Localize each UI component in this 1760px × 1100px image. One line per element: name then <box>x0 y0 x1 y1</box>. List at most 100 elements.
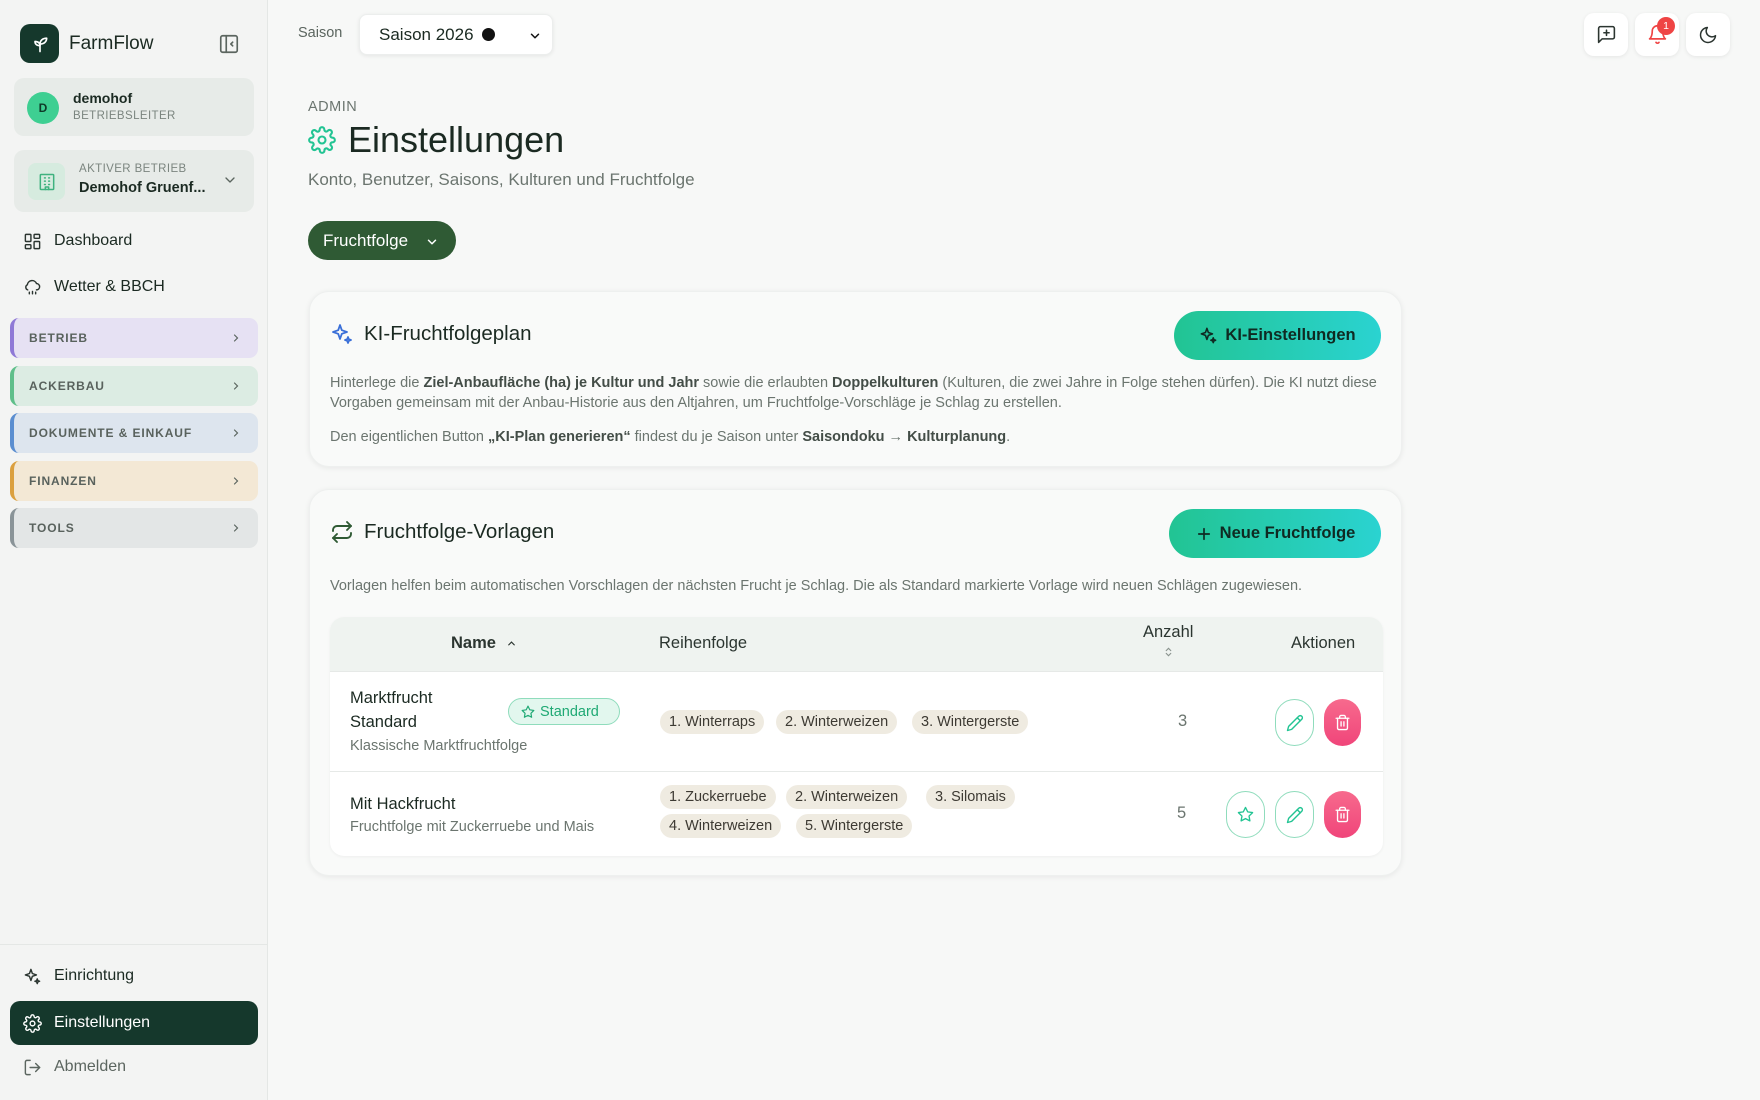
card-header: KI-Fruchtfolgeplan <box>330 322 532 346</box>
season-select[interactable]: Saison 2026 <box>359 14 553 55</box>
ai-settings-button[interactable]: KI-Einstellungen <box>1174 311 1381 360</box>
rotation-templates-card: Fruchtfolge-Vorlagen Neue Fruchtfolge Vo… <box>309 489 1402 876</box>
avatar: D <box>27 92 59 124</box>
sort-asc-icon <box>506 638 517 649</box>
crop-chip: 2. Winterweizen <box>776 710 898 734</box>
card-header: Fruchtfolge-Vorlagen <box>330 520 554 544</box>
new-rotation-button[interactable]: Neue Fruchtfolge <box>1169 509 1381 558</box>
delete-button[interactable] <box>1324 791 1361 838</box>
nav-group-finanzen[interactable]: FINANZEN <box>10 461 258 501</box>
brand-name: FarmFlow <box>69 32 154 54</box>
table-row[interactable]: Mit Hackfrucht Fruchtfolge mit Zuckerrue… <box>330 771 1383 856</box>
notifications-button[interactable]: 1 <box>1635 13 1679 56</box>
crop-chip: 1. Zuckerruebe <box>660 785 776 809</box>
template-name: Mit Hackfrucht <box>350 795 456 813</box>
standard-badge: Standard <box>508 698 620 725</box>
table-row[interactable]: Marktfrucht Standard Standard Klassische… <box>330 671 1383 771</box>
nav-group-betrieb[interactable]: BETRIEB <box>10 318 258 358</box>
table-header: Name Reihenfolge Anzahl Aktionen <box>330 617 1383 671</box>
sprout-icon <box>20 24 59 63</box>
breadcrumb: ADMIN <box>308 99 358 115</box>
user-card[interactable]: D demohof BETRIEBSLEITER <box>14 78 254 136</box>
sparkles-icon <box>330 322 354 346</box>
crop-count: 3 <box>1178 712 1188 730</box>
column-label: Name <box>451 634 496 652</box>
moon-icon <box>1698 25 1718 45</box>
chevron-down-icon <box>528 29 542 43</box>
trash-icon <box>1334 714 1351 731</box>
crop-chip: 5. Wintergerste <box>796 814 913 838</box>
crop-chip: 3. Silomais <box>926 785 1015 809</box>
nav-group-tools[interactable]: TOOLS <box>10 508 258 548</box>
nav-settings[interactable]: Einstellungen <box>10 1001 258 1045</box>
gear-icon <box>308 126 336 154</box>
text: . <box>1006 429 1011 445</box>
standard-badge-label: Standard <box>540 703 599 720</box>
new-rotation-label: Neue Fruchtfolge <box>1219 524 1356 542</box>
nav-group-dokumente[interactable]: DOKUMENTE & EINKAUF <box>10 413 258 453</box>
chevron-right-icon <box>230 427 242 439</box>
chevron-right-icon <box>230 332 242 344</box>
farm-label: AKTIVER BETRIEB <box>79 163 187 175</box>
nav-weather[interactable]: Wetter & BBCH <box>22 277 165 297</box>
ai-hint: Den eigentlichen Button „KI-Plan generie… <box>330 427 1385 447</box>
text: Hinterlege die <box>330 375 424 391</box>
text: sowie die erlaubten <box>699 375 833 391</box>
templates-table: Name Reihenfolge Anzahl Aktionen Marktfr… <box>330 617 1383 856</box>
user-name: demohof <box>73 90 133 106</box>
ai-rotation-card: KI-Fruchtfolgeplan KI-Einstellungen Hint… <box>309 291 1402 467</box>
brand[interactable]: FarmFlow <box>20 24 153 63</box>
sidebar: FarmFlow D demohof BETRIEBSLEITER AKTIVE… <box>0 0 268 1100</box>
text: Den eigentlichen Button <box>330 429 488 445</box>
nav-settings-label: Einstellungen <box>54 1014 151 1031</box>
template-name: Marktfrucht Standard <box>350 686 433 734</box>
text-strong: Ziel-Anbaufläche (ha) je Kultur und Jahr <box>423 375 700 391</box>
active-farm-selector[interactable]: AKTIVER BETRIEB Demohof Gruenf... <box>14 150 254 212</box>
text: findest du je Saison unter <box>630 429 803 445</box>
nav-group-label: TOOLS <box>29 521 75 535</box>
nav-dashboard-label: Dashboard <box>54 232 133 249</box>
gear-icon <box>22 1013 42 1033</box>
text-strong: „KI-Plan generieren“ <box>488 429 631 445</box>
notification-badge: 1 <box>1657 17 1675 35</box>
theme-toggle-button[interactable] <box>1686 13 1730 56</box>
delete-button[interactable] <box>1324 699 1361 746</box>
edit-button[interactable] <box>1275 699 1314 746</box>
nav-setup[interactable]: Einrichtung <box>22 966 134 986</box>
nav-group-label: DOKUMENTE & EINKAUF <box>29 426 193 440</box>
nav-group-ackerbau[interactable]: ACKERBAU <box>10 366 258 406</box>
user-role: BETRIEBSLEITER <box>73 110 176 122</box>
text-strong: Kulturplanung <box>907 429 1007 445</box>
set-standard-button[interactable] <box>1226 791 1265 838</box>
chevron-right-icon <box>230 522 242 534</box>
section-dropdown[interactable]: Fruchtfolge <box>308 221 456 260</box>
chevron-right-icon <box>230 475 242 487</box>
column-header-name[interactable]: Name <box>451 634 517 653</box>
text-strong: Doppelkulturen <box>832 375 939 391</box>
season-label: Saison <box>298 25 343 41</box>
crop-chip: 2. Winterweizen <box>786 785 908 809</box>
sidebar-collapse-icon[interactable] <box>218 33 240 55</box>
edit-button[interactable] <box>1275 791 1314 838</box>
text-strong: Saisondoku <box>802 429 885 445</box>
building-icon <box>28 163 65 200</box>
nav-logout-label: Abmelden <box>54 1058 127 1075</box>
feedback-button[interactable] <box>1584 13 1628 56</box>
nav-dashboard[interactable]: Dashboard <box>22 231 132 251</box>
column-header-sequence: Reihenfolge <box>659 634 748 652</box>
star-icon <box>1237 806 1254 823</box>
template-name-line: Standard <box>350 713 417 731</box>
templates-description: Vorlagen helfen beim automatischen Vorsc… <box>330 578 1303 594</box>
nav-logout[interactable]: Abmelden <box>22 1057 126 1077</box>
column-header-count[interactable]: Anzahl <box>1143 623 1193 658</box>
cloud-rain-icon <box>22 277 42 297</box>
page-title: Einstellungen <box>348 119 565 160</box>
nav-group-label: BETRIEB <box>29 331 88 345</box>
repeat-icon <box>330 520 354 544</box>
template-description: Klassische Marktfruchtfolge <box>350 738 528 754</box>
nav-group-label: ACKERBAU <box>29 379 105 393</box>
column-header-actions: Aktionen <box>1291 634 1356 652</box>
crop-count: 5 <box>1177 804 1187 822</box>
logout-icon <box>22 1057 42 1077</box>
ai-description: Hinterlege die Ziel-Anbaufläche (ha) je … <box>330 373 1385 413</box>
